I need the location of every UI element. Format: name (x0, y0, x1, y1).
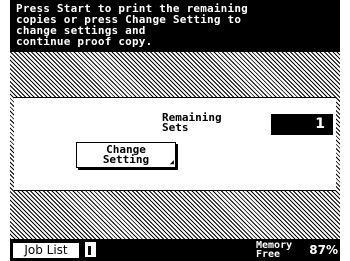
memory-free-label: Memory Free (256, 241, 292, 260)
remaining-sets-label-line: Sets (162, 121, 189, 134)
status-bar: Job List Memory Free 87% (10, 239, 340, 261)
remaining-sets-value: 1 (271, 114, 333, 135)
proof-copy-panel: Remaining Sets 1 Change Setting ◢ (14, 97, 336, 191)
instruction-message: Press Start to print the remaining copie… (10, 0, 340, 52)
message-line: continue proof copy. (16, 35, 153, 48)
memory-free-value: 87% (309, 243, 338, 257)
change-setting-button[interactable]: Change Setting ◢ (76, 142, 176, 168)
document-icon (85, 242, 96, 257)
remaining-sets-label: Remaining Sets (162, 112, 222, 134)
copier-screen: Press Start to print the remaining copie… (10, 0, 340, 261)
memory-label-line: Free (256, 249, 281, 260)
corner-mark-icon: ◢ (169, 158, 174, 166)
change-setting-label-line: Setting (102, 153, 150, 166)
job-list-button[interactable]: Job List (12, 242, 80, 259)
